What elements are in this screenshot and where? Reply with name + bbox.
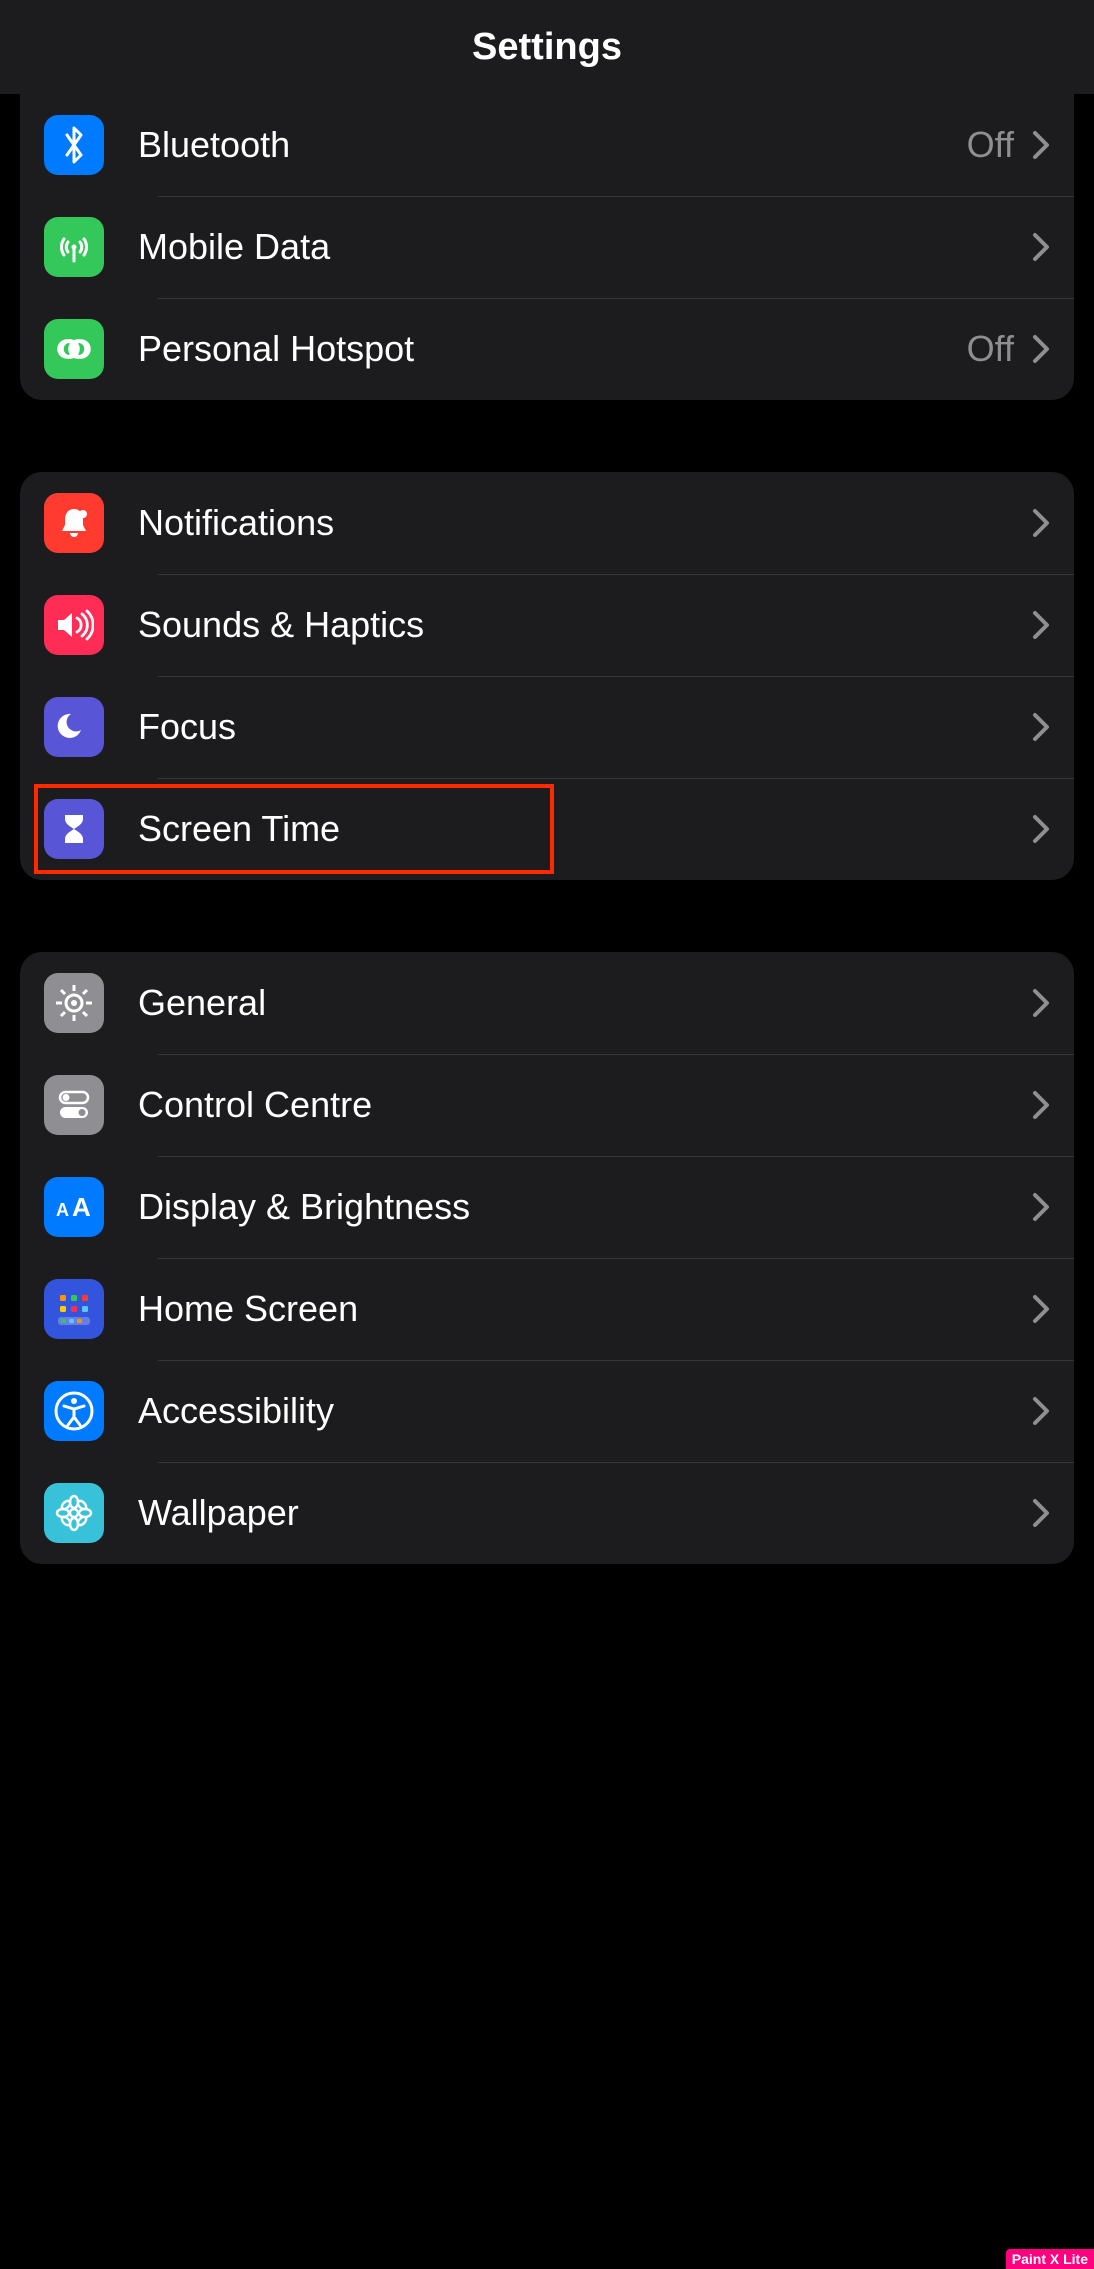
page-title: Settings (472, 26, 622, 69)
row-label: Bluetooth (138, 124, 967, 166)
row-home-screen[interactable]: Home Screen (20, 1258, 1074, 1360)
row-screen-time[interactable]: Screen Time (20, 778, 1074, 880)
speaker-icon (44, 595, 104, 655)
row-label: Control Centre (138, 1084, 1032, 1126)
settings-group-connectivity: Bluetooth Off Mobile Data Personal Hotsp… (20, 94, 1074, 400)
svg-text:A: A (72, 1192, 91, 1222)
divider (158, 778, 1074, 779)
svg-text:A: A (56, 1200, 69, 1220)
chevron-right-icon (1032, 508, 1050, 538)
divider (158, 1054, 1074, 1055)
row-mobile-data[interactable]: Mobile Data (20, 196, 1074, 298)
antenna-icon (44, 217, 104, 277)
chevron-right-icon (1032, 814, 1050, 844)
chevron-right-icon (1032, 334, 1050, 364)
divider (158, 298, 1074, 299)
text-size-icon: AA (44, 1177, 104, 1237)
divider (158, 1258, 1074, 1259)
moon-icon (44, 697, 104, 757)
watermark: Paint X Lite (1006, 2249, 1094, 2269)
row-label: Screen Time (138, 808, 1032, 850)
divider (158, 1360, 1074, 1361)
row-value: Off (967, 328, 1014, 370)
chevron-right-icon (1032, 712, 1050, 742)
row-label: Home Screen (138, 1288, 1032, 1330)
chevron-right-icon (1032, 610, 1050, 640)
chevron-right-icon (1032, 1498, 1050, 1528)
row-control-centre[interactable]: Control Centre (20, 1054, 1074, 1156)
settings-group-system: General Control Centre AA Display & Brig… (20, 952, 1074, 1564)
row-sounds-haptics[interactable]: Sounds & Haptics (20, 574, 1074, 676)
row-label: Wallpaper (138, 1492, 1032, 1534)
row-personal-hotspot[interactable]: Personal Hotspot Off (20, 298, 1074, 400)
row-label: Focus (138, 706, 1032, 748)
row-accessibility[interactable]: Accessibility (20, 1360, 1074, 1462)
chevron-right-icon (1032, 1090, 1050, 1120)
row-label: Sounds & Haptics (138, 604, 1032, 646)
row-label: Mobile Data (138, 226, 1032, 268)
row-value: Off (967, 124, 1014, 166)
app-grid-icon (44, 1279, 104, 1339)
divider (158, 1462, 1074, 1463)
divider (158, 196, 1074, 197)
switches-icon (44, 1075, 104, 1135)
divider (158, 676, 1074, 677)
bell-icon (44, 493, 104, 553)
row-label: Display & Brightness (138, 1186, 1032, 1228)
bluetooth-icon (44, 115, 104, 175)
divider (158, 574, 1074, 575)
row-general[interactable]: General (20, 952, 1074, 1054)
row-display-brightness[interactable]: AA Display & Brightness (20, 1156, 1074, 1258)
settings-group-attention: Notifications Sounds & Haptics Focus Scr… (20, 472, 1074, 880)
link-icon (44, 319, 104, 379)
row-label: Notifications (138, 502, 1032, 544)
row-label: Accessibility (138, 1390, 1032, 1432)
chevron-right-icon (1032, 1396, 1050, 1426)
row-wallpaper[interactable]: Wallpaper (20, 1462, 1074, 1564)
hourglass-icon (44, 799, 104, 859)
row-focus[interactable]: Focus (20, 676, 1074, 778)
row-bluetooth[interactable]: Bluetooth Off (20, 94, 1074, 196)
row-notifications[interactable]: Notifications (20, 472, 1074, 574)
accessibility-icon (44, 1381, 104, 1441)
row-label: General (138, 982, 1032, 1024)
chevron-right-icon (1032, 1294, 1050, 1324)
gear-icon (44, 973, 104, 1033)
row-label: Personal Hotspot (138, 328, 967, 370)
chevron-right-icon (1032, 232, 1050, 262)
settings-header: Settings (0, 0, 1094, 94)
chevron-right-icon (1032, 1192, 1050, 1222)
flower-icon (44, 1483, 104, 1543)
chevron-right-icon (1032, 130, 1050, 160)
divider (158, 1156, 1074, 1157)
chevron-right-icon (1032, 988, 1050, 1018)
